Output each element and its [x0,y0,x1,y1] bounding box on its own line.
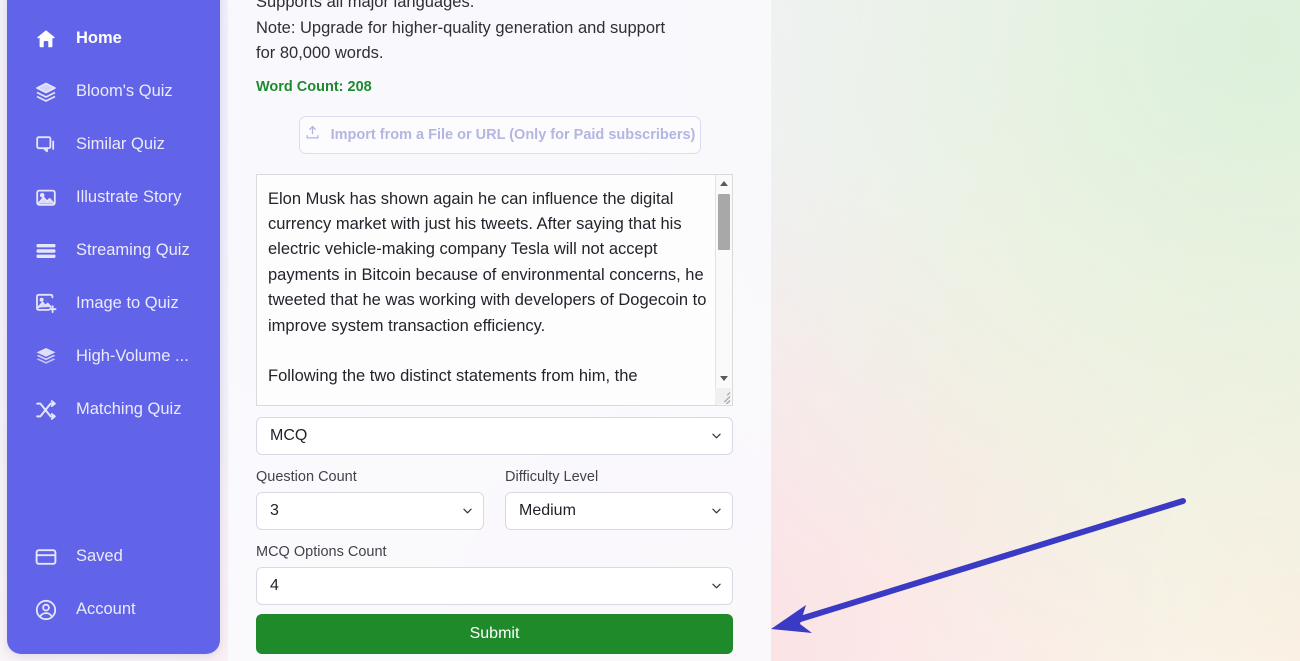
source-text-textarea[interactable]: Elon Musk has shown again he can influen… [256,173,733,406]
sidebar-item-streaming-quiz[interactable]: Streaming Quiz [7,224,220,277]
upload-icon [304,124,321,145]
sidebar-item-label: High-Volume ... [76,347,189,365]
chevron-down-icon [712,508,721,514]
quiz-type-select[interactable]: MCQ [256,416,733,455]
difficulty-level-value: Medium [519,501,576,519]
textarea-scrollbar[interactable] [715,174,732,405]
sidebar-item-label: Similar Quiz [76,135,165,153]
chevron-down-icon [712,583,721,589]
sidebar-bottom-group: Saved Account [7,530,220,654]
card-icon [33,544,59,570]
submit-button[interactable]: Submit [256,613,733,654]
sidebar-item-saved[interactable]: Saved [7,530,220,583]
image-icon [33,185,59,211]
sidebar-item-home[interactable]: Home [7,12,220,65]
mcq-options-count-label: MCQ Options Count [256,543,387,560]
question-count-select[interactable]: 3 [256,491,484,530]
import-button-label: Import from a File or URL (Only for Paid… [330,126,696,143]
scroll-up-arrow-icon[interactable] [716,176,732,192]
mcq-options-count-value: 4 [270,576,279,594]
list-lines-icon [33,238,59,264]
chevron-down-icon [712,433,721,439]
question-count-value: 3 [270,501,279,519]
question-count-field: Question Count 3 [256,469,484,530]
difficulty-level-select[interactable]: Medium [505,491,733,530]
main-content-panel: Supports all major languages. Note: Upgr… [228,0,771,661]
mcq-options-count-select[interactable]: 4 [256,566,733,605]
word-count-label: Word Count: 208 [256,78,372,95]
stacked-layers-icon [33,344,59,370]
sidebar-item-label: Image to Quiz [76,294,179,312]
sidebar-item-blooms-quiz[interactable]: Bloom's Quiz [7,65,220,118]
chevron-down-icon [463,508,472,514]
sidebar-item-image-to-quiz[interactable]: Image to Quiz [7,277,220,330]
scrollbar-thumb[interactable] [718,193,730,250]
difficulty-level-label: Difficulty Level [505,468,599,485]
textarea-value: Elon Musk has shown again he can influen… [268,189,707,386]
sidebar-item-label: Saved [76,547,123,565]
sidebar-item-label: Illustrate Story [76,188,182,206]
sidebar-item-similar-quiz[interactable]: Similar Quiz [7,118,220,171]
user-circle-icon [33,597,59,623]
import-from-file-or-url-button[interactable]: Import from a File or URL (Only for Paid… [298,115,701,154]
count-and-difficulty-row: Question Count 3 Difficulty Level Medium [256,469,733,530]
sidebar-item-account[interactable]: Account [7,583,220,636]
sidebar-item-label: Streaming Quiz [76,241,190,259]
shuffle-icon [33,397,59,423]
difficulty-field: Difficulty Level Medium [505,469,733,530]
intro-text-block: Supports all major languages. Note: Upgr… [256,0,743,67]
chat-bubble-icon [33,132,59,158]
quiz-type-value: MCQ [270,426,308,444]
image-plus-icon [33,291,59,317]
sidebar-item-label: Account [76,600,136,618]
scroll-down-arrow-icon[interactable] [716,371,732,387]
question-count-label: Question Count [256,468,357,485]
textarea-resize-grip[interactable] [715,387,731,404]
intro-line-3: for 80,000 words. [256,44,384,62]
intro-line-1: Supports all major languages. [256,0,475,11]
sidebar-item-label: Matching Quiz [76,400,182,418]
intro-line-2: Note: Upgrade for higher-quality generat… [256,18,666,37]
mcq-options-count-field: MCQ Options Count 4 [256,544,733,605]
sidebar-item-high-volume[interactable]: High-Volume ... [7,330,220,383]
sidebar: Home Bloom's Quiz Similar Quiz Illustrat… [7,0,220,654]
home-icon [33,26,59,52]
sidebar-item-label: Home [76,29,122,47]
sidebar-item-label: Bloom's Quiz [76,82,173,100]
layers-icon [33,79,59,105]
sidebar-item-matching-quiz[interactable]: Matching Quiz [7,383,220,436]
sidebar-item-illustrate-story[interactable]: Illustrate Story [7,171,220,224]
